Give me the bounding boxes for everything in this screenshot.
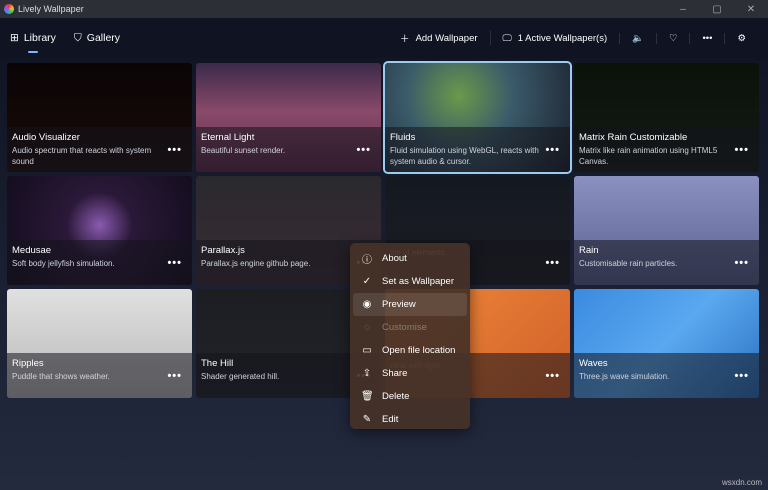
wallpaper-card[interactable]: Eternal Light Beautiful sunset render. •… xyxy=(196,63,381,172)
set-as-wallpaper-icon: ✓ xyxy=(362,276,372,287)
gear-icon: ⚙ xyxy=(737,32,746,44)
card-caption: Fluids Fluid simulation using WebGL, rea… xyxy=(385,127,570,172)
menu-item-label: Delete xyxy=(382,391,410,402)
card-caption: Medusae Soft body jellyfish simulation. xyxy=(7,240,192,285)
card-more-button[interactable]: ••• xyxy=(734,370,749,382)
menu-item-label: Preview xyxy=(382,299,416,310)
card-caption: Eternal Light Beautiful sunset render. xyxy=(196,127,381,172)
wallpaper-card[interactable]: Waves Three.js wave simulation. ••• xyxy=(574,289,759,398)
plus-icon: ＋ xyxy=(400,34,410,45)
menu-item-open-file-location[interactable]: ▭ Open file location xyxy=(353,339,467,362)
button-label: 1 Active Wallpaper(s) xyxy=(517,32,608,44)
card-title: Ripples xyxy=(12,358,44,369)
card-description: Soft body jellyfish simulation. xyxy=(12,259,115,268)
card-caption: Audio Visualizer Audio spectrum that rea… xyxy=(7,127,192,172)
wallpaper-card[interactable]: Medusae Soft body jellyfish simulation. … xyxy=(7,176,192,285)
share-icon: ⇪ xyxy=(362,368,372,379)
tab-label: Gallery xyxy=(86,32,121,44)
more-button[interactable]: ••• xyxy=(690,32,726,44)
tab-label: Library xyxy=(23,32,56,44)
tab-gallery[interactable]: ⛉ Gallery xyxy=(74,32,120,45)
card-description: Matrix like rain animation using HTML5 C… xyxy=(579,146,718,166)
wallpaper-card[interactable]: Fluids Fluid simulation using WebGL, rea… xyxy=(383,61,572,174)
minimize-button[interactable]: – xyxy=(666,4,700,15)
add-wallpaper-button[interactable]: ＋ Add Wallpaper xyxy=(388,31,491,45)
tab-library[interactable]: ⊞ Library xyxy=(10,32,56,53)
card-description: Customisable rain particles. xyxy=(579,259,678,268)
card-more-button[interactable]: ••• xyxy=(545,257,560,269)
card-caption: Waves Three.js wave simulation. xyxy=(574,353,759,398)
card-more-button[interactable]: ••• xyxy=(734,257,749,269)
card-description: Beautiful sunset render. xyxy=(201,146,286,155)
title-bar: Lively Wallpaper – ▢ ✕ xyxy=(0,0,768,18)
open-file-location-icon: ▭ xyxy=(362,345,372,356)
menu-item-edit[interactable]: ✎ Edit xyxy=(353,408,467,431)
card-more-button[interactable]: ••• xyxy=(167,370,182,382)
wallpaper-card[interactable]: Ripples Puddle that shows weather. ••• xyxy=(7,289,192,398)
card-title: Matrix Rain Customizable xyxy=(579,132,688,143)
heart-icon: ♡ xyxy=(668,32,678,44)
card-more-button[interactable]: ••• xyxy=(734,144,749,156)
bag-icon: ⛉ xyxy=(73,31,82,44)
menu-item-label: Customise xyxy=(382,322,427,333)
ellipsis-icon: ••• xyxy=(702,32,713,44)
customise-icon: ◌ xyxy=(364,322,370,333)
menu-item-set-as-wallpaper[interactable]: ✓ Set as Wallpaper xyxy=(353,270,467,293)
context-menu: ⓘ About ✓ Set as Wallpaper ◉ Preview ◌ Customis… xyxy=(350,243,470,429)
wallpaper-card[interactable]: Audio Visualizer Audio spectrum that rea… xyxy=(7,63,192,172)
card-description: Audio spectrum that reacts with system s… xyxy=(12,146,152,166)
card-description: Shader generated hill. xyxy=(201,372,280,381)
card-title: Eternal Light xyxy=(201,132,255,143)
window-title: Lively Wallpaper xyxy=(18,4,84,14)
menu-item-share[interactable]: ⇪ Share xyxy=(353,362,467,385)
card-description: Puddle that shows weather. xyxy=(12,372,110,381)
nav-bar: ⊞ Library ⛉ Gallery ＋ Add Wallpaper 🖵 1 Acti… xyxy=(0,18,768,58)
button-label: Add Wallpaper xyxy=(415,32,478,44)
active-wallpapers-button[interactable]: 🖵 1 Active Wallpaper(s) xyxy=(491,32,621,44)
menu-item-label: About xyxy=(382,253,407,264)
settings-button[interactable]: ⚙ xyxy=(725,33,758,44)
card-title: Waves xyxy=(579,358,608,369)
card-more-button[interactable]: ••• xyxy=(356,144,371,156)
menu-item-label: Set as Wallpaper xyxy=(382,276,454,287)
menu-item-label: Edit xyxy=(382,414,399,425)
wallpaper-card[interactable]: Matrix Rain Customizable Matrix like rai… xyxy=(574,63,759,172)
monitor-icon: 🖵 xyxy=(502,32,512,44)
card-description: Fluid simulation using WebGL, reacts wit… xyxy=(390,146,539,166)
menu-item-about[interactable]: ⓘ About xyxy=(353,247,467,270)
menu-item-label: Open file location xyxy=(382,345,456,356)
card-caption: Ripples Puddle that shows weather. xyxy=(7,353,192,398)
card-title: Fluids xyxy=(390,132,416,143)
edit-icon: ✎ xyxy=(362,414,372,425)
card-title: Parallax.js xyxy=(201,245,245,256)
menu-item-preview[interactable]: ◉ Preview xyxy=(353,293,467,316)
card-description: Three.js wave simulation. xyxy=(579,372,670,381)
card-caption: Matrix Rain Customizable Matrix like rai… xyxy=(574,127,759,172)
card-more-button[interactable]: ••• xyxy=(545,144,560,156)
volume-button[interactable]: 🔈 xyxy=(620,32,657,44)
card-description: Parallax.js engine github page. xyxy=(201,259,311,268)
card-more-button[interactable]: ••• xyxy=(545,370,560,382)
watermark: wsxdn.com xyxy=(721,478,762,487)
card-more-button[interactable]: ••• xyxy=(167,144,182,156)
speaker-icon: 🔈 xyxy=(632,32,644,44)
card-title: The Hill xyxy=(201,358,234,369)
close-button[interactable]: ✕ xyxy=(734,4,768,15)
about-icon: ⓘ xyxy=(362,255,372,266)
grid-icon: ⊞ xyxy=(10,32,19,44)
menu-item-delete[interactable]: 🗑 Delete xyxy=(353,385,467,408)
wallpaper-card[interactable]: Rain Customisable rain particles. ••• xyxy=(574,176,759,285)
app-logo-icon xyxy=(4,4,14,14)
delete-icon: 🗑 xyxy=(361,391,374,402)
menu-item-customise: ◌ Customise xyxy=(353,316,467,339)
card-caption: Rain Customisable rain particles. xyxy=(574,240,759,285)
preview-icon: ◉ xyxy=(362,299,372,310)
menu-item-label: Share xyxy=(382,368,408,379)
card-title: Medusae xyxy=(12,245,52,256)
card-more-button[interactable]: ••• xyxy=(167,257,182,269)
favorite-button[interactable]: ♡ xyxy=(657,32,691,44)
card-title: Audio Visualizer xyxy=(12,132,80,143)
maximize-button[interactable]: ▢ xyxy=(700,4,734,15)
card-title: Rain xyxy=(579,245,599,256)
